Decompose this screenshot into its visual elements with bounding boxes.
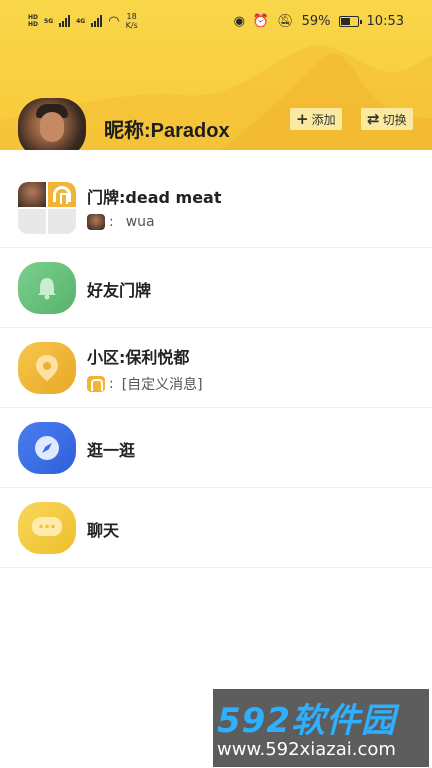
battery-icon (338, 15, 362, 27)
list-item-title: 门牌:dead meat (87, 188, 222, 207)
eye-icon: ◉ (233, 13, 245, 29)
alarm-icon: ⏰ (252, 13, 270, 29)
signal-icon (59, 15, 71, 27)
list-item-subtitle: : wua (87, 214, 155, 230)
list-item-doorplate[interactable]: 门牌:dead meat : wua (0, 168, 432, 248)
switch-button-label: 切换 (382, 112, 407, 127)
list-item-subtitle: : [自定义消息] (87, 374, 203, 394)
gen-label-4g: 4G (76, 17, 86, 25)
wifi-icon: ◠ (108, 13, 120, 29)
list-item-browse[interactable]: 逛一逛 (0, 408, 432, 488)
watermark-url: www.592xiazai.com (217, 739, 396, 760)
clock: 10:53 (366, 13, 404, 29)
hd-indicator: HD HD (28, 14, 39, 28)
signal-icon (91, 15, 103, 27)
header: HD HD 5G 4G ◠ 18 K/s ◉ ⏰ 🔕︎ 59% 10:53 昵称… (0, 0, 432, 150)
chat-bubble-icon (18, 501, 76, 554)
switch-button[interactable]: ⇄ 切换 (361, 108, 413, 130)
list-item-title: 逛一逛 (87, 441, 136, 460)
list-item-community[interactable]: 小区:保利悦都 : [自定义消息] (0, 328, 432, 408)
gen-label-5g: 5G (44, 17, 54, 25)
doorplate-group-icon (18, 181, 76, 234)
add-button-label: 添加 (311, 112, 336, 127)
add-button[interactable]: + 添加 (290, 108, 342, 130)
nickname: 昵称:Paradox (104, 119, 230, 142)
watermark-logo-text: 592软件园 (217, 701, 396, 735)
mute-icon: 🔕︎ (277, 13, 294, 29)
network-speed: 18 K/s (125, 12, 138, 30)
list-item-chat[interactable]: 聊天 (0, 488, 432, 568)
watermark: 592软件园 www.592xiazai.com (213, 689, 429, 767)
plus-icon: + (296, 109, 309, 128)
list-item-title: 聊天 (87, 521, 120, 540)
list-item-title: 好友门牌 (87, 281, 152, 300)
battery-percent: 59% (301, 13, 331, 29)
bell-icon (18, 261, 76, 314)
list-item-friend-doorplate[interactable]: 好友门牌 (0, 248, 432, 328)
compass-icon (18, 421, 76, 474)
menu-list: 门牌:dead meat : wua 好友门牌 小区:保利悦都 : [自定义消息… (0, 174, 432, 574)
mini-avatar (87, 214, 105, 230)
list-item-title: 小区:保利悦都 (87, 348, 190, 367)
swap-arrows-icon: ⇄ (367, 109, 380, 128)
doorplate-mini-icon (87, 376, 105, 392)
status-bar: HD HD 5G 4G ◠ 18 K/s ◉ ⏰ 🔕︎ 59% 10:53 (0, 0, 432, 42)
profile: 昵称:Paradox (18, 98, 230, 150)
avatar[interactable] (18, 98, 86, 150)
map-pin-icon (18, 341, 76, 394)
